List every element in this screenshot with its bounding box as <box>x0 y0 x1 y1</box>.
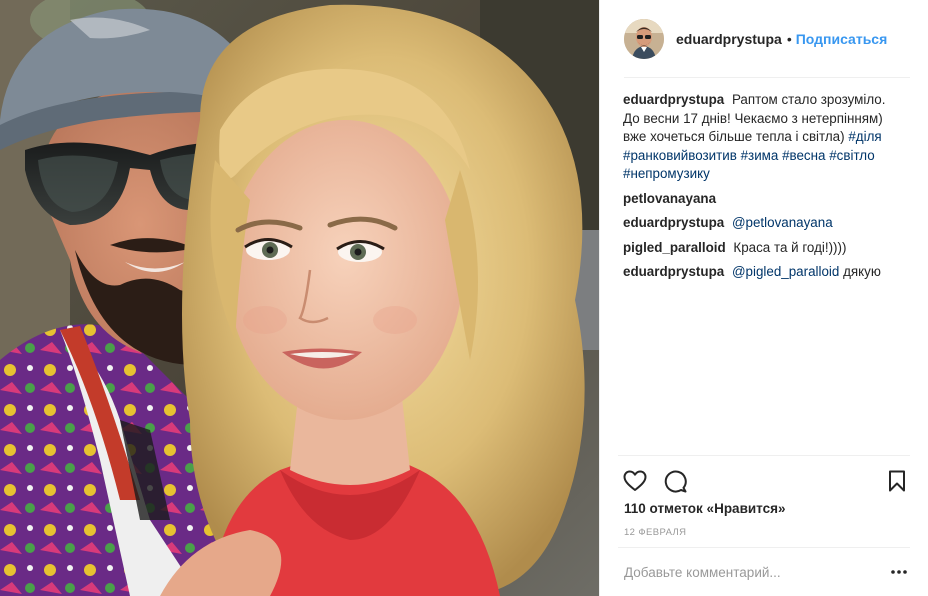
comment-username[interactable]: eduardprystupa <box>623 215 724 230</box>
comment-username[interactable]: eduardprystupa <box>623 92 724 107</box>
comment-item: pigled_paralloid Краса та й годі!)))) <box>623 239 905 258</box>
hashtag-link[interactable]: #ранковийвозитив <box>623 148 737 163</box>
comment-username[interactable]: eduardprystupa <box>623 264 724 279</box>
comment-username[interactable]: petlovanayana <box>623 191 716 206</box>
comment-item: eduardprystupa @petlovanayana <box>623 214 905 233</box>
header-separator: • <box>786 31 792 47</box>
add-comment-section <box>618 547 910 596</box>
caption: eduardprystupa Раптом стало зрозуміло. Д… <box>623 91 905 184</box>
comment-text: Краса та й годі!)))) <box>733 239 847 255</box>
action-bar <box>618 455 910 505</box>
heart-icon[interactable] <box>622 468 648 494</box>
comments-list: eduardprystupa Раптом стало зрозуміло. Д… <box>623 91 905 288</box>
comment-bubble-icon[interactable] <box>662 468 688 494</box>
comment-item: eduardprystupa @pigled_paralloid дякую <box>623 263 905 282</box>
comment-text: дякую <box>843 264 881 279</box>
post-header: eduardprystupa • Подписаться <box>600 0 928 78</box>
post-sidebar: eduardprystupa • Подписаться eduardpryst… <box>599 0 928 596</box>
hashtag-link[interactable]: #діля <box>848 129 881 144</box>
hashtag-link[interactable]: #зима <box>741 148 779 163</box>
more-options-icon[interactable] <box>888 562 910 582</box>
bookmark-icon[interactable] <box>884 468 910 494</box>
selfie-image <box>0 0 599 596</box>
mention-link[interactable]: @pigled_paralloid <box>732 264 839 279</box>
likes-count[interactable]: 110 отметок «Нравится» <box>624 501 786 516</box>
avatar-image <box>624 19 664 59</box>
comment-input[interactable] <box>618 564 888 580</box>
post-photo[interactable] <box>0 0 599 596</box>
mention-link[interactable]: @petlovanayana <box>732 215 833 230</box>
post-date[interactable]: 12 февраля <box>624 527 686 538</box>
instagram-post: eduardprystupa • Подписаться eduardpryst… <box>0 0 928 596</box>
hashtag-link[interactable]: #світло <box>829 148 874 163</box>
hashtag-link[interactable]: #непромузику <box>623 166 710 181</box>
hashtag-link[interactable]: #весна <box>782 148 825 163</box>
author-avatar[interactable] <box>624 19 664 59</box>
follow-button[interactable]: Подписаться <box>796 31 888 47</box>
comment-username[interactable]: pigled_paralloid <box>623 240 726 255</box>
author-username[interactable]: eduardprystupa <box>676 31 782 47</box>
comment-item: petlovanayana <box>623 190 905 209</box>
